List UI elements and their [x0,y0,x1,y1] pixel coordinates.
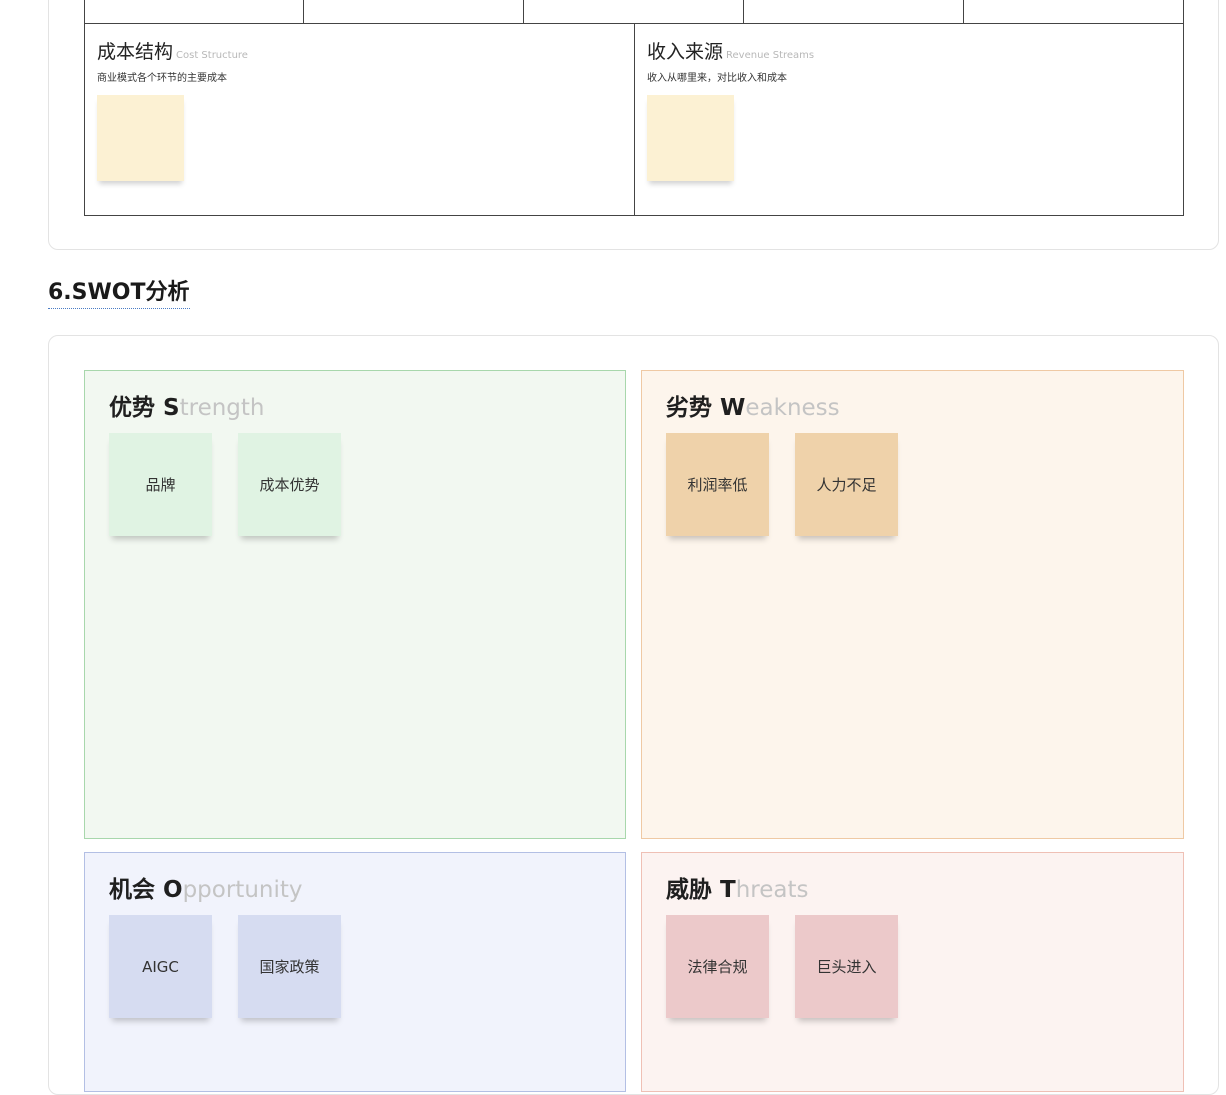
revenue-streams-description: 收入从哪里来，对比收入和成本 [647,73,787,84]
threats-rest: hreats [735,877,809,903]
bmc-divider [523,0,524,23]
opportunity-title-cn: 机会 [109,877,155,903]
cost-structure-title-en: Cost Structure [176,50,248,61]
cost-structure-cell[interactable]: 成本结构 Cost Structure 商业模式各个环节的主要成本 [85,23,635,215]
threats-letter: T [720,877,736,903]
swot-weakness-quadrant[interactable]: 劣势 Weakness 利润率低 人力不足 [641,370,1184,839]
opportunity-title: 机会 Opportunity [109,870,303,904]
sticky-note[interactable]: 巨头进入 [795,915,898,1018]
weakness-letter: W [720,395,746,421]
swot-strength-quadrant[interactable]: 优势 Strength 品牌 成本优势 [84,370,626,839]
sticky-note[interactable]: 法律合规 [666,915,769,1018]
opportunity-rest: pportunity [182,877,303,903]
sticky-note[interactable]: 人力不足 [795,433,898,536]
cost-structure-title-cn: 成本结构 [97,41,174,63]
bmc-divider [743,0,744,23]
swot-threats-quadrant[interactable]: 威胁 Threats 法律合规 巨头进入 [641,852,1184,1092]
weakness-title-cn: 劣势 [666,395,712,421]
bmc-divider [963,0,964,23]
revenue-streams-title-cn: 收入来源 [647,41,724,63]
revenue-streams-title: 收入来源 Revenue Streams [647,37,814,64]
swot-opportunity-quadrant[interactable]: 机会 Opportunity AIGC 国家政策 [84,852,626,1092]
sticky-note[interactable] [647,95,734,181]
sticky-note[interactable]: 利润率低 [666,433,769,536]
bmc-upper-row-dividers [84,0,1184,23]
opportunity-letter: O [163,877,183,903]
section-heading-swot[interactable]: 6.SWOT分析 [48,279,190,309]
sticky-note[interactable]: 成本优势 [238,433,341,536]
strength-title: 优势 Strength [109,388,265,422]
strength-rest: trength [179,395,265,421]
sticky-note[interactable] [97,95,184,181]
threats-title-cn: 威胁 [666,877,712,903]
cost-structure-title: 成本结构 Cost Structure [97,37,248,64]
strength-title-cn: 优势 [109,395,155,421]
weakness-title: 劣势 Weakness [666,388,840,422]
strength-letter: S [163,395,180,421]
weakness-rest: eakness [745,395,840,421]
bmc-divider [303,0,304,23]
sticky-note[interactable]: AIGC [109,915,212,1018]
threats-title: 威胁 Threats [666,870,809,904]
revenue-streams-cell[interactable]: 收入来源 Revenue Streams 收入从哪里来，对比收入和成本 [635,23,1183,215]
sticky-note[interactable]: 国家政策 [238,915,341,1018]
revenue-streams-title-en: Revenue Streams [726,50,815,61]
cost-structure-description: 商业模式各个环节的主要成本 [97,73,227,84]
sticky-note[interactable]: 品牌 [109,433,212,536]
bmc-bottom-row: 成本结构 Cost Structure 商业模式各个环节的主要成本 收入来源 Rev… [84,23,1184,216]
